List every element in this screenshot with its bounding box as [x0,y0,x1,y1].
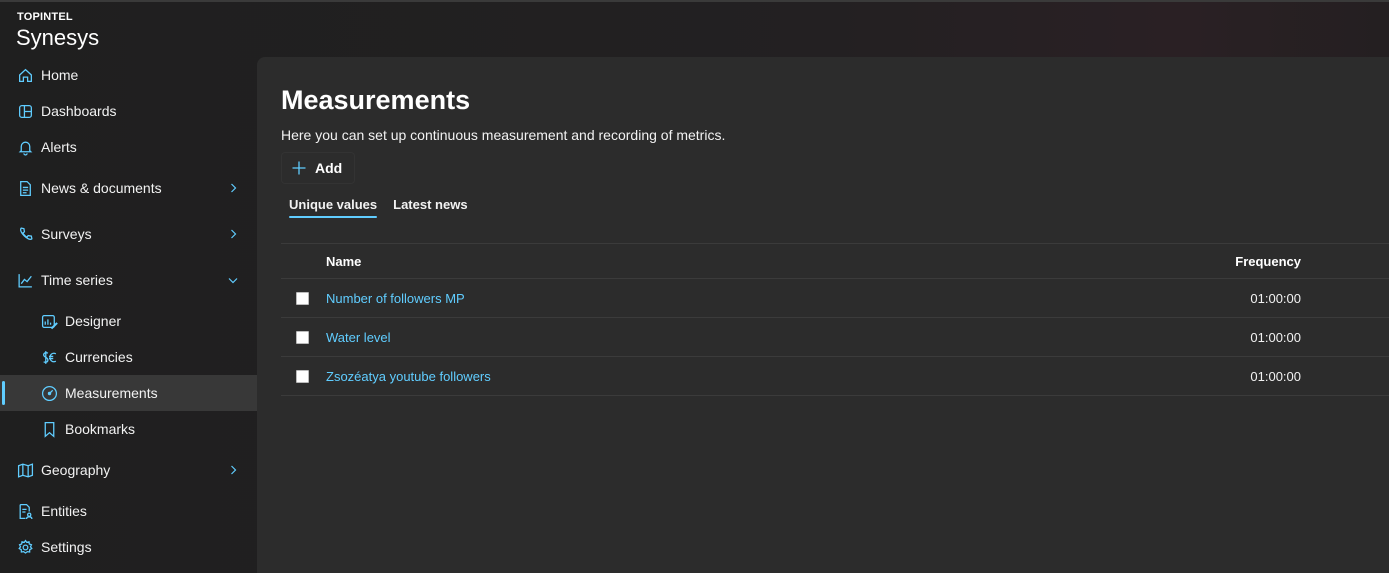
gear-icon [16,538,34,556]
phone-icon [16,225,34,243]
sidebar-item-entities[interactable]: Entities [0,493,257,529]
table-row: Number of followers MP 01:00:00 [281,279,1389,318]
sidebar-item-currencies[interactable]: Currencies [0,339,257,375]
add-button[interactable]: Add [281,152,355,184]
column-header-name[interactable]: Name [326,254,361,269]
sidebar-item-surveys[interactable]: Surveys [0,211,257,257]
page-title: Measurements [281,85,471,115]
measurement-frequency: 01:00:00 [1250,368,1301,384]
sidebar-item-label: News & documents [41,180,162,196]
column-header-frequency[interactable]: Frequency [1235,254,1301,269]
gauge-icon [40,384,58,402]
measurement-name-link[interactable]: Zsozéatya youtube followers [326,369,491,384]
dashboard-icon [16,102,34,120]
plus-icon [292,161,306,175]
window-top-border [0,0,1389,2]
measurement-frequency: 01:00:00 [1250,329,1301,345]
sidebar-nav: Home Dashboards Alerts News & documents … [0,57,257,565]
measurements-table: Name Frequency Number of followers MP 01… [281,243,1389,396]
entity-icon [16,502,34,520]
sidebar-item-label: Home [41,67,79,83]
table-header: Name Frequency [281,243,1389,279]
tab-latest-news[interactable]: Latest news [393,197,467,218]
measurement-frequency: 01:00:00 [1250,290,1301,306]
sidebar-item-label: Alerts [41,139,77,155]
row-checkbox[interactable] [296,291,309,305]
chevron-down-icon [228,278,238,284]
row-checkbox[interactable] [296,369,309,383]
add-button-label: Add [315,160,343,176]
sidebar-item-settings[interactable]: Settings [0,529,257,565]
sidebar-item-label: Settings [41,539,92,555]
sidebar-item-home[interactable]: Home [0,57,257,93]
measurement-name-link[interactable]: Water level [326,330,391,345]
sidebar-item-bookmarks[interactable]: Bookmarks [0,411,257,447]
bookmark-icon [40,420,58,438]
currency-icon [40,348,58,366]
home-icon [16,66,34,84]
table-row: Zsozéatya youtube followers 01:00:00 [281,357,1389,396]
sidebar-item-label: Surveys [41,226,92,242]
sidebar-item-label: Measurements [65,385,158,401]
page-description: Here you can set up continuous measureme… [281,127,726,143]
tab-bar: Unique values Latest news [289,197,484,218]
chevron-right-icon [231,229,237,239]
chevron-right-icon [231,465,237,475]
tab-unique-values[interactable]: Unique values [289,197,378,218]
sidebar-item-label: Geography [41,462,111,478]
sidebar-item-label: Currencies [65,349,133,365]
sidebar-item-label: Bookmarks [65,421,136,437]
map-icon [16,461,34,479]
sidebar-item-news-documents[interactable]: News & documents [0,165,257,211]
sidebar-item-label: Time series [41,272,113,288]
sidebar-item-label: Designer [65,313,122,329]
sidebar-item-dashboards[interactable]: Dashboards [0,93,257,129]
app-title[interactable]: Synesys [16,25,99,51]
bell-icon [16,138,34,156]
sidebar-item-geography[interactable]: Geography [0,447,257,493]
chevron-right-icon [231,183,237,193]
document-icon [16,179,34,197]
sidebar-item-time-series[interactable]: Time series [0,257,257,303]
sidebar-item-label: Dashboards [41,103,117,119]
main-panel: Measurements Here you can set up continu… [257,57,1389,573]
org-name: TOPINTEL [17,11,73,23]
table-row: Water level 01:00:00 [281,318,1389,357]
sidebar-item-designer[interactable]: Designer [0,303,257,339]
measurement-name-link[interactable]: Number of followers MP [326,291,465,306]
sidebar-item-measurements[interactable]: Measurements [0,375,257,411]
row-checkbox[interactable] [296,330,309,344]
sidebar-item-label: Entities [41,503,87,519]
chart-line-icon [16,271,34,289]
designer-icon [40,312,58,330]
sidebar-item-alerts[interactable]: Alerts [0,129,257,165]
